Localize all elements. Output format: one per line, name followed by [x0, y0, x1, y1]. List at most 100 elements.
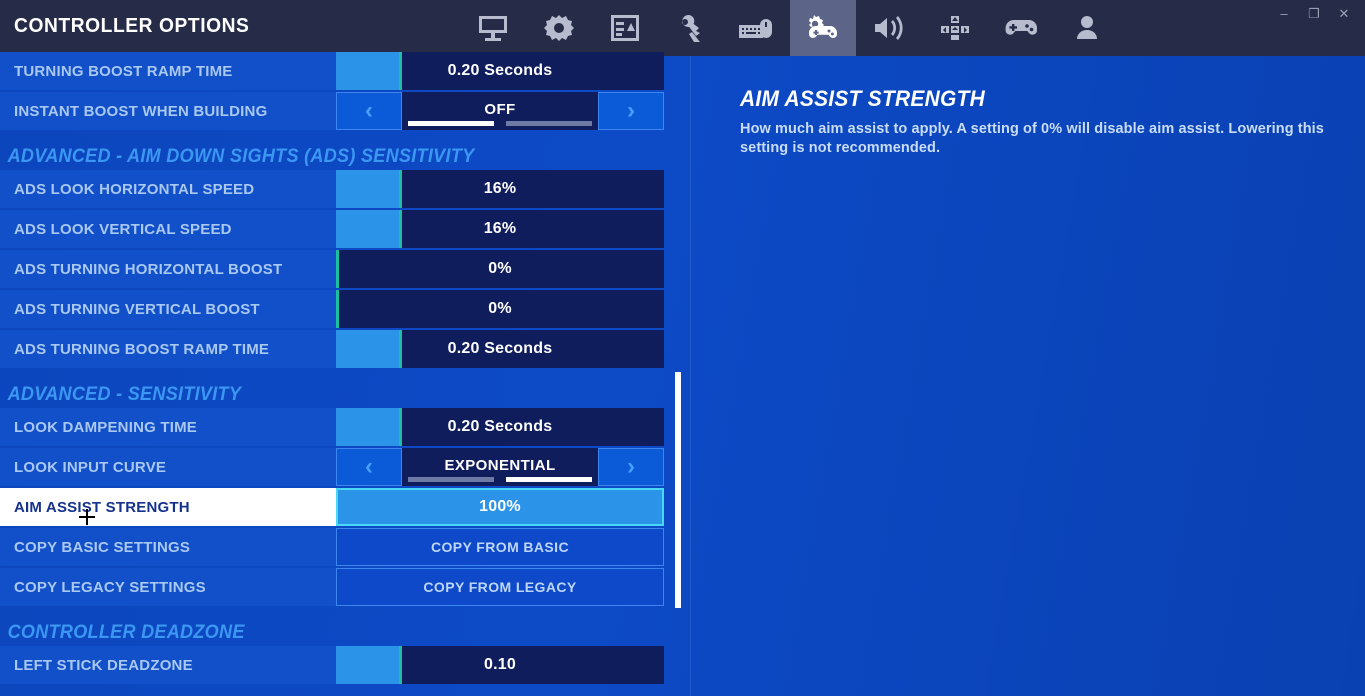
stepper-segment [506, 121, 592, 126]
tab-input-bindings[interactable] [922, 0, 988, 56]
slider-track[interactable]: 0.20 Seconds [336, 330, 664, 368]
setting-label: ADS LOOK HORIZONTAL SPEED [0, 170, 336, 208]
setting-label: LEFT STICK DEADZONE [0, 646, 336, 684]
tab-touch-controls[interactable] [658, 0, 724, 56]
setting-row[interactable]: ADS LOOK HORIZONTAL SPEED 16% [0, 170, 680, 208]
setting-label: TURNING BOOST RAMP TIME [0, 52, 336, 90]
setting-control[interactable]: COPY FROM BASIC [336, 528, 664, 566]
stepper-segment [408, 121, 494, 126]
detail-description: How much aim assist to apply. A setting … [740, 121, 1324, 157]
window-controls: – ❐ ✕ [1269, 0, 1359, 26]
slider-value: 0.20 Seconds [447, 62, 553, 79]
setting-label: ADS TURNING HORIZONTAL BOOST [0, 250, 336, 288]
slider-value: 16% [483, 180, 517, 197]
setting-row[interactable]: LOOK INPUT CURVE ‹ EXPONENTIAL › [0, 448, 680, 486]
tab-hud-layout[interactable] [592, 0, 658, 56]
close-button[interactable]: ✕ [1329, 0, 1359, 26]
setting-label: ADS TURNING BOOST RAMP TIME [0, 330, 336, 368]
setting-row[interactable]: TURNING BOOST RAMP TIME 0.20 Seconds [0, 52, 680, 90]
slider-track[interactable]: 16% [336, 170, 664, 208]
setting-row[interactable]: ADS LOOK VERTICAL SPEED 16% [0, 210, 680, 248]
tab-audio[interactable] [856, 0, 922, 56]
slider-value: 0.20 Seconds [447, 418, 553, 435]
setting-row[interactable]: ADS TURNING VERTICAL BOOST 0% [0, 290, 680, 328]
setting-control[interactable]: 0.10 [336, 646, 664, 684]
setting-row[interactable]: ADS TURNING BOOST RAMP TIME 0.20 Seconds [0, 330, 680, 368]
stepper-segment [506, 477, 592, 482]
stepper-segment [408, 477, 494, 482]
tab-game-settings[interactable] [526, 0, 592, 56]
setting-row[interactable]: AIM ASSIST STRENGTH 100% [0, 488, 680, 526]
option-stepper[interactable]: ‹ EXPONENTIAL › [336, 448, 664, 486]
setting-control[interactable]: 0.20 Seconds [336, 408, 664, 446]
setting-control[interactable]: ‹ OFF › [336, 92, 664, 130]
slider-value: 16% [483, 220, 517, 237]
slider-track[interactable]: 0.20 Seconds [336, 408, 664, 446]
setting-control[interactable]: ‹ EXPONENTIAL › [336, 448, 664, 486]
settings-tab-bar [460, 0, 1120, 56]
setting-control[interactable]: 0.20 Seconds [336, 330, 664, 368]
setting-label: COPY LEGACY SETTINGS [0, 568, 336, 606]
setting-row[interactable]: ADS TURNING HORIZONTAL BOOST 0% [0, 250, 680, 288]
setting-control[interactable]: COPY FROM LEGACY [336, 568, 664, 606]
chevron-right-icon[interactable]: › [598, 92, 664, 130]
tab-gamepad[interactable] [988, 0, 1054, 56]
slider-value: 100% [479, 498, 521, 515]
chevron-left-icon[interactable]: ‹ [336, 448, 402, 486]
stepper-value-area: OFF [402, 92, 598, 130]
setting-label: AIM ASSIST STRENGTH [0, 488, 336, 526]
chevron-left-icon[interactable]: ‹ [336, 92, 402, 130]
setting-control[interactable]: 16% [336, 210, 664, 248]
stepper-value: EXPONENTIAL [444, 456, 556, 474]
slider-value: 0.20 Seconds [447, 340, 553, 357]
title-bar: CONTROLLER OPTIONS – ❐ ✕ [0, 0, 1365, 56]
setting-label: LOOK DAMPENING TIME [0, 408, 336, 446]
setting-row[interactable]: LOOK DAMPENING TIME 0.20 Seconds [0, 408, 680, 446]
slider-track[interactable]: 0.20 Seconds [336, 52, 664, 90]
page-title: CONTROLLER OPTIONS [14, 15, 250, 37]
panel-divider [690, 56, 691, 696]
setting-label: ADS TURNING VERTICAL BOOST [0, 290, 336, 328]
settings-section-header: ADVANCED - SENSITIVITY [7, 384, 242, 405]
setting-control[interactable]: 0.20 Seconds [336, 52, 664, 90]
settings-section-header: CONTROLLER DEADZONE [7, 622, 245, 643]
detail-title: AIM ASSIST STRENGTH [740, 86, 986, 111]
minimize-button[interactable]: – [1269, 0, 1299, 26]
tab-video-display[interactable] [460, 0, 526, 56]
setting-control[interactable]: 0% [336, 290, 664, 328]
slider-track[interactable]: 0% [336, 290, 664, 328]
setting-label: ADS LOOK VERTICAL SPEED [0, 210, 336, 248]
setting-row[interactable]: COPY BASIC SETTINGS COPY FROM BASIC [0, 528, 680, 566]
option-stepper[interactable]: ‹ OFF › [336, 92, 664, 130]
settings-scrollbar[interactable] [675, 372, 681, 608]
chevron-right-icon[interactable]: › [598, 448, 664, 486]
slider-track[interactable]: 16% [336, 210, 664, 248]
setting-row[interactable]: LEFT STICK DEADZONE 0.10 [0, 646, 680, 684]
setting-control[interactable]: 100% [336, 488, 664, 526]
settings-list[interactable]: TURNING BOOST RAMP TIME 0.20 Seconds INSTA… [0, 52, 680, 696]
stepper-value: OFF [484, 100, 516, 118]
stepper-segments [408, 121, 592, 126]
tab-account[interactable] [1054, 0, 1120, 56]
tab-controller-options[interactable] [790, 0, 856, 56]
setting-action-button[interactable]: COPY FROM LEGACY [336, 568, 664, 606]
setting-row[interactable]: COPY LEGACY SETTINGS COPY FROM LEGACY [0, 568, 680, 606]
setting-label: INSTANT BOOST WHEN BUILDING [0, 92, 336, 130]
slider-value: 0% [488, 300, 512, 317]
slider-track[interactable]: 0.10 [336, 646, 664, 684]
slider-value: 0.10 [484, 656, 516, 673]
slider-track[interactable]: 100% [336, 488, 664, 526]
tab-keyboard-mouse[interactable] [724, 0, 790, 56]
maximize-button[interactable]: ❐ [1299, 0, 1329, 26]
stepper-segments [408, 477, 592, 482]
setting-detail-panel: AIM ASSIST STRENGTH How much aim assist … [740, 86, 1350, 159]
stepper-value-area: EXPONENTIAL [402, 448, 598, 486]
slider-track[interactable]: 0% [336, 250, 664, 288]
mouse-cursor [79, 509, 95, 525]
setting-control[interactable]: 0% [336, 250, 664, 288]
setting-action-button[interactable]: COPY FROM BASIC [336, 528, 664, 566]
setting-row[interactable]: INSTANT BOOST WHEN BUILDING ‹ OFF › [0, 92, 680, 130]
settings-section-header: ADVANCED - AIM DOWN SIGHTS (ADS) SENSITI… [7, 146, 475, 167]
options-page: TURNING BOOST RAMP TIME 0.20 Seconds INSTA… [0, 52, 1365, 696]
setting-control[interactable]: 16% [336, 170, 664, 208]
